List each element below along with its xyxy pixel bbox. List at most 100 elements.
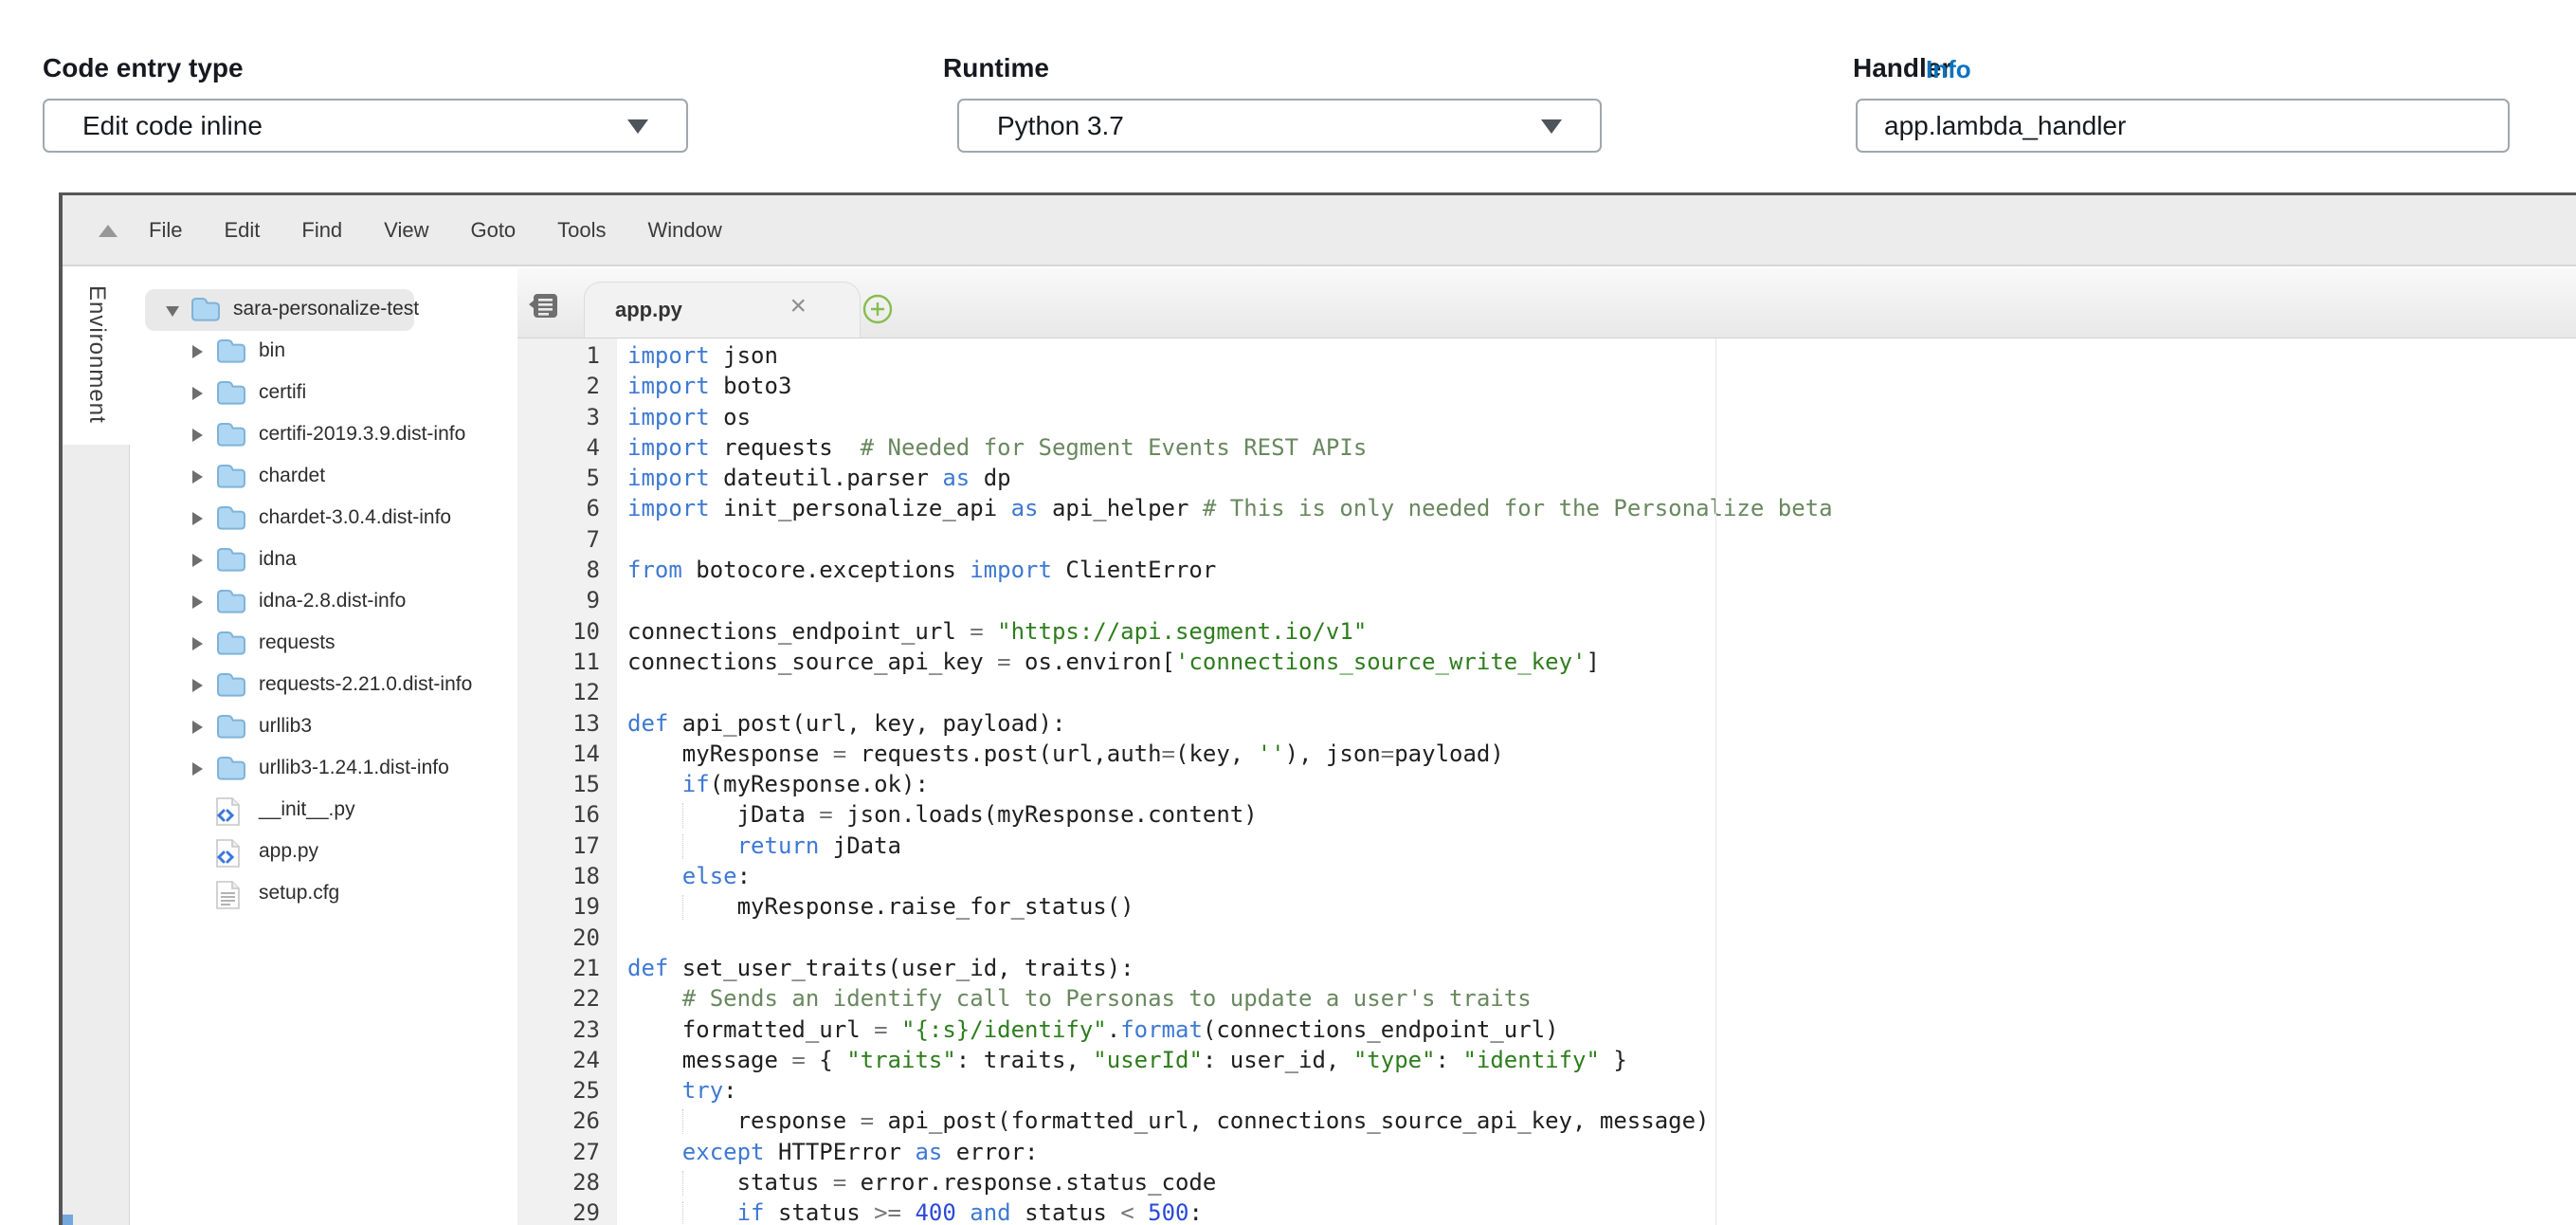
line-number: 28	[517, 1167, 617, 1198]
tab-list-icon[interactable]	[529, 293, 558, 323]
line-number: 13	[517, 708, 617, 739]
menu-item-tools[interactable]: Tools	[557, 218, 606, 243]
line-number: 18	[517, 861, 617, 891]
tree-item-setup.cfg[interactable]: setup.cfg	[131, 873, 578, 915]
tree-item-urllib3-1.24.1.dist-info[interactable]: urllib3-1.24.1.dist-info	[131, 748, 578, 790]
tree-item-certifi-2019.3.9.dist-info[interactable]: certifi-2019.3.9.dist-info	[131, 414, 578, 456]
tab-app-py[interactable]: app.py ×	[584, 282, 861, 338]
chevron-closed-icon[interactable]	[192, 554, 203, 567]
code-pane[interactable]: import jsonimport boto3import osimport r…	[627, 338, 2576, 1225]
folder-icon	[215, 755, 247, 786]
runtime-select[interactable]: Python 3.7	[957, 99, 1602, 153]
tab-label: app.py	[615, 298, 682, 322]
chevron-closed-icon[interactable]	[192, 595, 203, 609]
line-number: 16	[517, 799, 617, 830]
line-number: 29	[517, 1198, 617, 1225]
tree-item-requests[interactable]: requests	[131, 623, 578, 665]
tree-item-sara-personalize-test[interactable]: sara-personalize-test	[131, 289, 578, 331]
code-line-7	[627, 524, 2576, 555]
runtime-label: Runtime	[943, 53, 1049, 83]
chevron-closed-icon[interactable]	[192, 721, 203, 734]
editor-tab-strip: app.py ×	[517, 268, 2576, 338]
line-number: 26	[517, 1106, 617, 1136]
close-icon[interactable]: ×	[789, 290, 807, 322]
folder-icon	[215, 379, 247, 411]
line-number: 8	[517, 555, 617, 585]
code-line-20	[627, 923, 2576, 953]
chevron-closed-icon[interactable]	[192, 470, 203, 484]
tree-item-urllib3[interactable]: urllib3	[131, 706, 578, 748]
code-line-17: return jData	[627, 831, 2576, 861]
chevron-closed-icon[interactable]	[192, 679, 203, 692]
code-editor[interactable]: 1234567891011121314151617181920212223242…	[517, 338, 2576, 1225]
menu-item-goto[interactable]: Goto	[470, 218, 516, 243]
tree-item-requests-2.21.0.dist-info[interactable]: requests-2.21.0.dist-info	[131, 665, 578, 706]
chevron-open-icon[interactable]	[166, 306, 179, 317]
tree-item-label: __init__.py	[259, 798, 355, 821]
menu-item-edit[interactable]: Edit	[224, 218, 260, 243]
menu-item-find[interactable]: Find	[301, 218, 342, 243]
tree-item-chardet-3.0.4.dist-info[interactable]: chardet-3.0.4.dist-info	[131, 498, 578, 539]
code-line-16: jData = json.loads(myResponse.content)	[627, 799, 2576, 830]
tree-item-bin[interactable]: bin	[131, 331, 578, 373]
folder-icon	[215, 671, 247, 703]
line-number: 6	[517, 493, 617, 523]
tree-item-idna[interactable]: idna	[131, 539, 578, 581]
indent-guide	[682, 803, 683, 828]
file-python-icon	[215, 838, 241, 873]
tree-item-chardet[interactable]: chardet	[131, 456, 578, 498]
code-line-9	[627, 585, 2576, 615]
line-number: 9	[517, 585, 617, 615]
code-line-25: try:	[627, 1075, 2576, 1106]
tree-item-certifi[interactable]: certifi	[131, 373, 578, 414]
line-number: 20	[517, 923, 617, 953]
code-line-26: response = api_post(formatted_url, conne…	[627, 1106, 2576, 1136]
tree-item-__init__.py[interactable]: __init__.py	[131, 790, 578, 832]
tree-item-idna-2.8.dist-info[interactable]: idna-2.8.dist-info	[131, 581, 578, 623]
line-number: 12	[517, 677, 617, 707]
tree-item-app.py[interactable]: app.py	[131, 832, 578, 873]
code-line-12	[627, 677, 2576, 707]
chevron-closed-icon[interactable]	[192, 512, 203, 525]
handler-info-link[interactable]: Info	[1926, 55, 1971, 84]
folder-icon	[215, 338, 247, 369]
menu-item-file[interactable]: File	[149, 218, 182, 243]
line-number: 2	[517, 371, 617, 401]
tree-item-label: sara-personalize-test	[233, 298, 419, 320]
line-number: 11	[517, 647, 617, 677]
line-number: 23	[517, 1015, 617, 1045]
code-line-11: connections_source_api_key = os.environ[…	[627, 647, 2576, 677]
line-number: 4	[517, 432, 617, 463]
line-number-gutter[interactable]: 1234567891011121314151617181920212223242…	[517, 338, 617, 1225]
menu-item-view[interactable]: View	[384, 218, 428, 243]
chevron-closed-icon[interactable]	[192, 345, 203, 358]
code-line-10: connections_endpoint_url = "https://api.…	[627, 616, 2576, 647]
indent-guide	[682, 895, 683, 920]
code-line-5: import dateutil.parser as dp	[627, 463, 2576, 493]
add-tab-icon[interactable]	[862, 294, 893, 324]
code-entry-type-label: Code entry type	[43, 53, 244, 83]
sidebar-tab-environment[interactable]: Environment	[63, 268, 131, 445]
code-line-1: import json	[627, 340, 2576, 371]
menu-item-window[interactable]: Window	[648, 218, 722, 243]
chevron-closed-icon[interactable]	[192, 387, 203, 400]
collapse-editor-icon[interactable]	[99, 225, 118, 237]
runtime-value: Python 3.7	[997, 111, 1124, 141]
chevron-closed-icon[interactable]	[192, 762, 203, 776]
code-line-22: # Sends an identify call to Personas to …	[627, 983, 2576, 1014]
tree-item-label: requests-2.21.0.dist-info	[259, 673, 472, 696]
code-entry-type-select[interactable]: Edit code inline	[43, 99, 688, 153]
code-line-4: import requests # Needed for Segment Eve…	[627, 432, 2576, 463]
file-python-icon	[215, 796, 241, 832]
code-line-24: message = { "traits": traits, "userId": …	[627, 1045, 2576, 1075]
menu-bar: File Edit Find View Goto Tools Window	[63, 195, 2576, 266]
line-number: 14	[517, 739, 617, 769]
chevron-closed-icon[interactable]	[192, 637, 203, 650]
line-number: 5	[517, 463, 617, 493]
tree-item-label: urllib3-1.24.1.dist-info	[259, 757, 449, 779]
code-line-29: if status >= 400 and status < 500:	[627, 1198, 2576, 1225]
folder-icon	[215, 463, 247, 494]
code-line-14: myResponse = requests.post(url,auth=(key…	[627, 739, 2576, 769]
handler-input[interactable]: app.lambda_handler	[1856, 99, 2510, 153]
chevron-closed-icon[interactable]	[192, 429, 203, 442]
